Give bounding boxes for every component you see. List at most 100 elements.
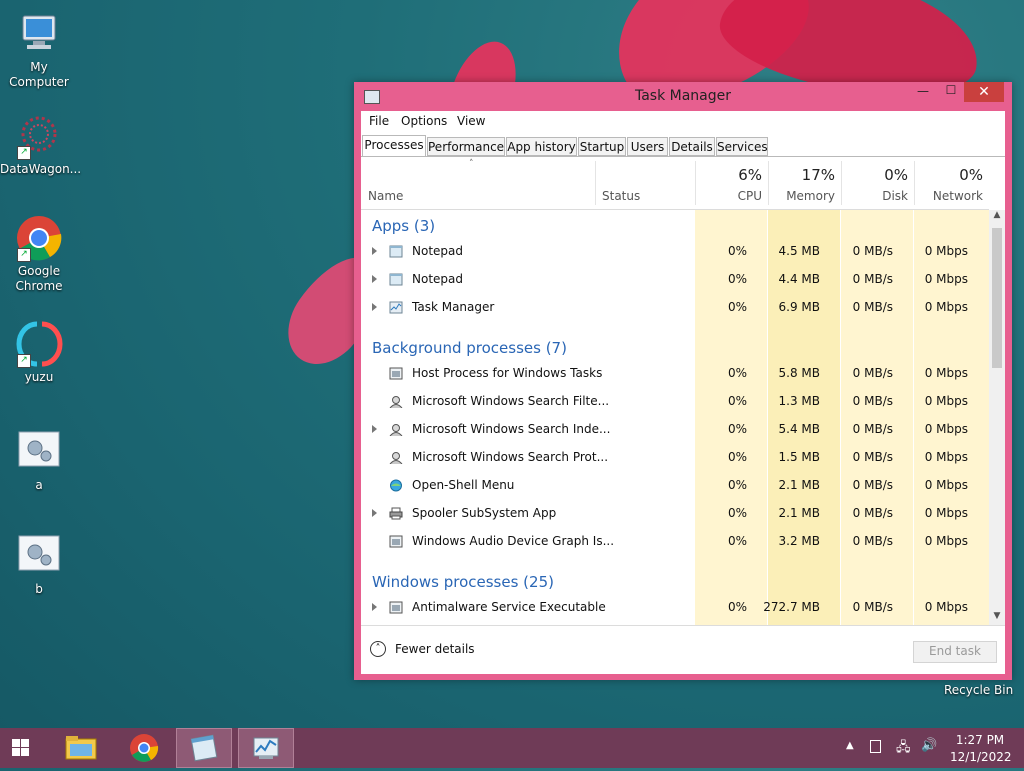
expand-arrow-icon[interactable] [372,425,377,433]
column-header-name[interactable]: ˄ Name [361,157,595,210]
disk-cell: 0 MB/s [852,534,893,548]
table-row[interactable]: Notepad 0% 4.5 MB 0 MB/s 0 Mbps [361,238,989,266]
column-header-status[interactable]: Status [595,157,695,210]
chevron-up-circle-icon[interactable]: ˄ [370,641,386,657]
tab-performance[interactable]: Performance [427,137,505,156]
cpu-cell: 0% [727,478,747,492]
process-name: Task Manager [412,300,495,314]
disk-header-label: Disk [882,189,908,203]
table-row[interactable]: Antimalware Service Executable 0% 272.7 … [361,594,989,622]
section-header-apps[interactable]: Apps (3) [361,210,989,238]
process-name: Open-Shell Menu [412,478,515,492]
desktop-icon-a[interactable]: a [0,428,78,493]
table-row[interactable]: Windows Audio Device Graph Is... 0% 3.2 … [361,528,989,556]
expand-arrow-icon[interactable] [372,247,377,255]
taskbar-file-explorer[interactable] [54,728,110,768]
tab-details[interactable]: Details [669,137,715,156]
title-bar[interactable]: Task Manager — ☐ ✕ [354,82,1012,110]
vertical-scrollbar[interactable]: ▲ ▼ [989,210,1005,625]
desktop-icon-label: DataWagon... [0,162,82,176]
section-title: Windows processes (25) [372,573,554,591]
scroll-thumb[interactable] [992,228,1002,368]
fewer-details-link[interactable]: Fewer details [395,642,475,656]
process-name: Microsoft Windows Search Prot... [412,450,609,464]
table-row[interactable]: Spooler SubSystem App 0% 2.1 MB 0 MB/s 0… [361,500,989,528]
column-divider [914,161,915,205]
menu-view[interactable]: View [457,114,485,128]
desktop-icon-label: My Computer [9,60,69,89]
table-row[interactable]: Notepad 0% 4.4 MB 0 MB/s 0 Mbps [361,266,989,294]
sort-up-icon: ˄ [469,159,474,169]
window-icon [389,601,403,614]
footer-bar: ˄ Fewer details End task [361,625,1005,674]
expand-arrow-icon[interactable] [372,509,377,517]
close-button[interactable]: ✕ [964,82,1004,102]
tab-app-history[interactable]: App history [506,137,577,156]
taskbar-notepad[interactable] [176,728,232,768]
volume-icon[interactable]: 🔊 [921,738,937,753]
network-cell: 0 Mbps [924,272,968,286]
column-header-cpu[interactable]: 6% CPU [695,157,768,210]
maximize-button[interactable]: ☐ [938,83,964,103]
disk-cell: 0 MB/s [852,478,893,492]
status-header-label: Status [602,189,641,203]
table-row[interactable]: Task Manager 0% 6.9 MB 0 MB/s 0 Mbps [361,294,989,322]
tab-users[interactable]: Users [627,137,668,156]
table-row[interactable]: Microsoft Windows Search Filte... 0% 1.3… [361,388,989,416]
memory-header-label: Memory [786,189,835,203]
cpu-cell: 0% [727,272,747,286]
network-icon[interactable]: 🖧 [896,738,911,760]
desktop-icon-google-chrome[interactable]: ↗ Google Chrome [0,214,78,294]
cpu-cell: 0% [727,506,747,520]
recycle-bin-label[interactable]: Recycle Bin [944,683,1013,697]
notepad-icon [389,245,403,258]
column-header-disk[interactable]: 0% Disk [841,157,914,210]
expand-arrow-icon[interactable] [372,603,377,611]
table-row[interactable]: Open-Shell Menu 0% 2.1 MB 0 MB/s 0 Mbps [361,472,989,500]
expand-arrow-icon[interactable] [372,275,377,283]
scroll-up-arrow-icon[interactable]: ▲ [989,210,1005,224]
chevron-up-icon[interactable]: ▲ [846,740,854,751]
cpu-cell: 0% [727,600,747,614]
action-center-icon[interactable] [870,740,881,753]
taskbar-chrome[interactable] [116,728,172,768]
clock-time[interactable]: 1:27 PM [950,733,1010,747]
tab-startup[interactable]: Startup [578,137,626,156]
process-name: Microsoft Windows Search Filte... [412,394,610,408]
taskbar-task-manager[interactable] [238,728,294,768]
table-row[interactable]: Microsoft Windows Search Prot... 0% 1.5 … [361,444,989,472]
column-divider [768,161,769,205]
taskmanager-icon [389,301,403,314]
end-task-button[interactable]: End task [913,641,997,663]
menu-options[interactable]: Options [401,114,447,128]
expand-arrow-icon[interactable] [372,303,377,311]
desktop-icon-b[interactable]: b [0,532,78,597]
desktop-icon-my-computer[interactable]: My Computer [0,10,78,90]
desktop-icon-label: b [35,582,43,596]
desktop-icon-datawagon[interactable]: ↗ DataWagon... [0,112,82,177]
desktop-icon-label: Google Chrome [15,264,63,293]
search-user-icon [389,451,403,465]
disk-cell: 0 MB/s [852,394,893,408]
menu-file[interactable]: File [369,114,389,128]
tab-processes[interactable]: Processes [362,135,426,157]
window-client: File Options View Processes Performance … [361,111,1005,674]
desktop-icon-yuzu[interactable]: ↗ yuzu [0,320,78,385]
cpu-cell: 0% [727,450,747,464]
disk-cell: 0 MB/s [852,300,893,314]
minimize-button[interactable]: — [910,84,936,104]
section-header-windows[interactable]: Windows processes (25) [361,566,989,594]
memory-total-percent: 17% [801,166,835,184]
section-header-background[interactable]: Background processes (7) [361,332,989,360]
settings-file-icon [15,532,63,580]
scroll-down-arrow-icon[interactable]: ▼ [989,611,1005,625]
column-header-memory[interactable]: 17% Memory [768,157,841,210]
memory-cell: 4.5 MB [778,244,820,258]
clock-date[interactable]: 12/1/2022 [950,750,1012,764]
start-button[interactable] [0,728,56,768]
table-row[interactable]: Host Process for Windows Tasks 0% 5.8 MB… [361,360,989,388]
search-user-icon [389,395,403,409]
tab-services[interactable]: Services [716,137,768,156]
column-header-network[interactable]: 0% Network [914,157,989,210]
table-row[interactable]: Microsoft Windows Search Inde... 0% 5.4 … [361,416,989,444]
